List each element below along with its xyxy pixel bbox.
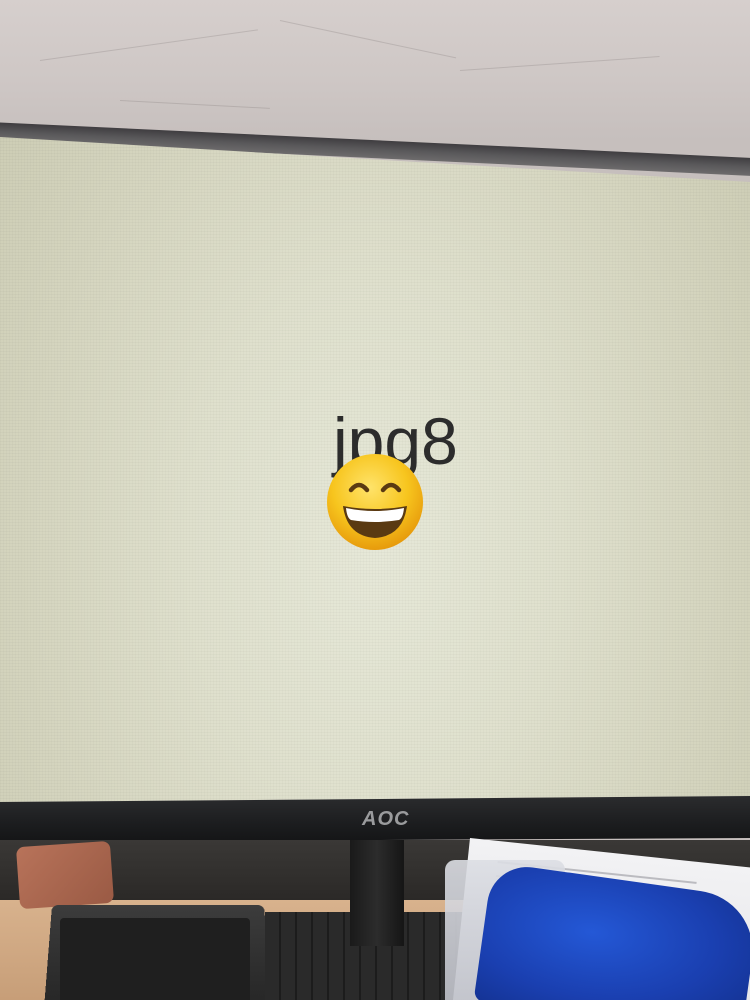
phone-case xyxy=(15,840,115,910)
photo-scene: jpg8 AOC xyxy=(0,0,750,1000)
ceiling-crack xyxy=(39,29,258,61)
ceiling-crack xyxy=(279,20,457,59)
monitor-stand xyxy=(350,840,404,946)
ceiling-crack xyxy=(459,56,660,71)
grinning-face-emoji-icon xyxy=(327,454,423,550)
monitor-brand-logo: AOC xyxy=(362,808,410,830)
desk-tray-inner xyxy=(60,918,250,1000)
ceiling-crack xyxy=(119,100,270,109)
